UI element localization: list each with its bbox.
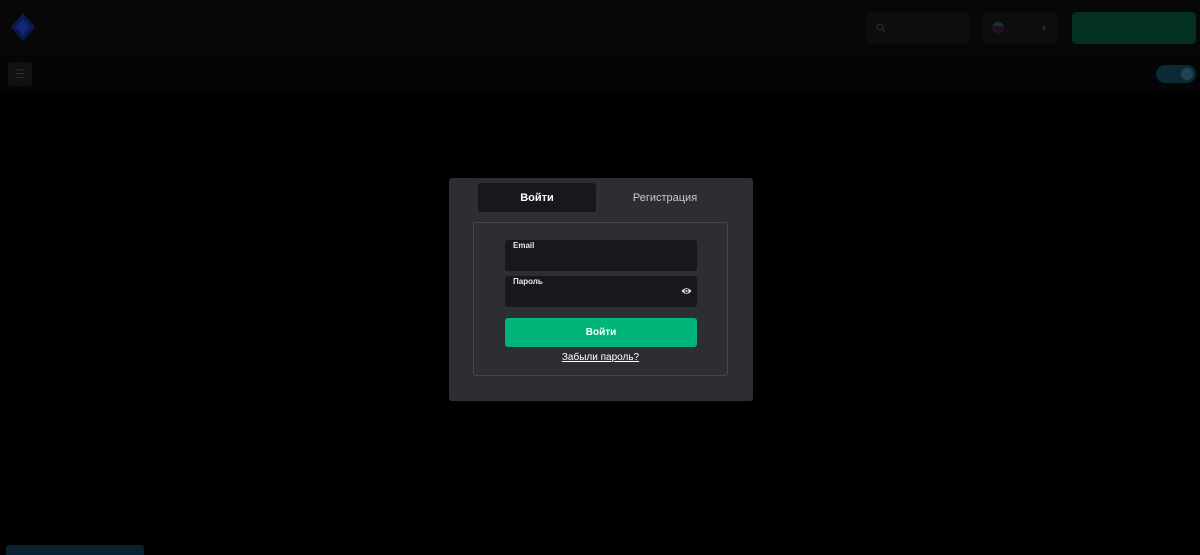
search-icon <box>876 23 886 33</box>
bottom-strip <box>6 545 144 555</box>
password-label: Пароль <box>513 277 543 286</box>
email-input[interactable] <box>513 252 673 268</box>
theme-toggle-knob <box>1181 68 1193 80</box>
diamond-logo-icon[interactable] <box>8 10 38 44</box>
password-input[interactable] <box>513 288 673 304</box>
auth-modal: Войти Регистрация Email Пароль Войти Заб… <box>449 178 753 401</box>
email-label: Email <box>513 241 535 250</box>
chevron-down-icon: ▼ <box>1040 23 1048 33</box>
forgot-password-link[interactable]: Забыли пароль? <box>474 352 727 363</box>
tab-login[interactable]: Войти <box>478 183 596 212</box>
flag-icon <box>992 22 1004 34</box>
eye-icon[interactable] <box>681 286 692 296</box>
header-action-button[interactable] <box>1072 12 1196 44</box>
email-field[interactable]: Email <box>505 240 697 271</box>
sub-header <box>0 56 1200 92</box>
menu-icon[interactable]: ☰ <box>8 62 32 86</box>
password-field[interactable]: Пароль <box>505 276 697 307</box>
theme-toggle[interactable] <box>1156 65 1196 83</box>
language-select[interactable]: ▼ <box>982 12 1058 44</box>
auth-tabs: Войти Регистрация <box>478 183 724 212</box>
page: ▼ ☰ Войти Регистрация Email Пароль Войти… <box>0 0 1200 555</box>
header-search-button[interactable] <box>866 12 970 44</box>
login-submit-button[interactable]: Войти <box>505 318 697 347</box>
tab-register[interactable]: Регистрация <box>606 183 724 212</box>
login-form: Email Пароль Войти Забыли пароль? <box>473 222 728 376</box>
top-header: ▼ <box>0 0 1200 56</box>
